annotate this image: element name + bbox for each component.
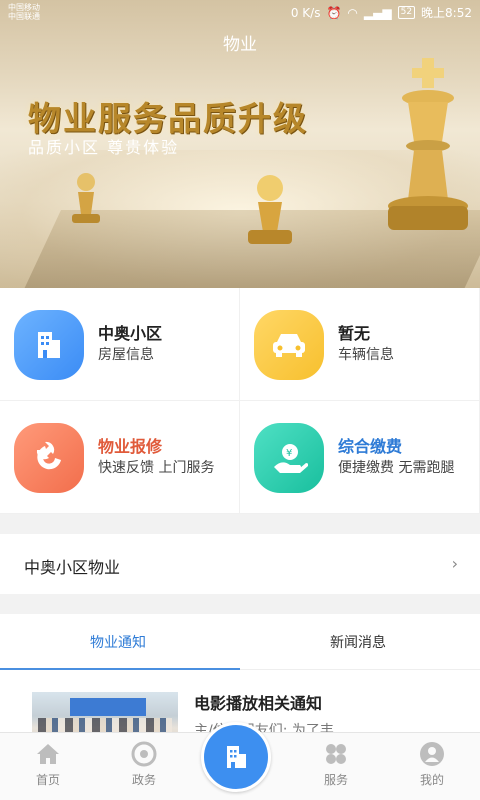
carrier-1: 中国移动 bbox=[8, 3, 40, 12]
status-bar: 中国移动 中国联通 0 K/s ⏰ ◠ ▂▄▆ 52 晚上8:52 bbox=[0, 0, 480, 24]
banner[interactable]: 中国移动 中国联通 0 K/s ⏰ ◠ ▂▄▆ 52 晚上8:52 物业 物业服… bbox=[0, 0, 480, 288]
signal-icon: ▂▄▆ bbox=[363, 5, 392, 20]
home-icon bbox=[35, 741, 61, 767]
building-icon bbox=[227, 746, 246, 768]
tab-news[interactable]: 新闻消息 bbox=[330, 632, 386, 652]
feature-grid: 中奥小区 房屋信息 暂无 车辆信息 物业报修 快速反馈 上门服务 ¥ 综合缴费 … bbox=[0, 288, 480, 514]
wifi-icon: ◠ bbox=[347, 5, 358, 20]
nav-government[interactable]: 政务 bbox=[114, 741, 174, 788]
network-speed: 0 K/s bbox=[290, 5, 321, 20]
house-info-card[interactable]: 中奥小区 房屋信息 bbox=[0, 288, 240, 401]
card-title: 综合缴费 bbox=[338, 437, 403, 456]
svg-text:¥: ¥ bbox=[286, 448, 292, 459]
chess-pawn-mid-icon bbox=[248, 175, 292, 244]
card-subtitle: 车辆信息 bbox=[338, 347, 394, 363]
chevron-right-icon: › bbox=[451, 554, 458, 573]
card-title: 中奥小区 bbox=[98, 324, 163, 343]
banner-subline: 品质小区 尊贵体验 bbox=[28, 138, 180, 157]
wrench-icon bbox=[14, 423, 84, 493]
page-title: 物业 bbox=[223, 35, 257, 55]
nav-services[interactable]: 服务 bbox=[306, 741, 366, 788]
repair-card[interactable]: 物业报修 快速反馈 上门服务 bbox=[0, 401, 240, 514]
building-icon bbox=[14, 310, 84, 380]
status-icons: 0 K/s ⏰ ◠ ▂▄▆ 52 晚上8:52 bbox=[291, 4, 472, 21]
community-name: 中奥小区物业 bbox=[24, 558, 121, 577]
vehicle-info-card[interactable]: 暂无 车辆信息 bbox=[240, 288, 480, 401]
nav-label: 我的 bbox=[419, 773, 444, 787]
card-subtitle: 快速反馈 上门服务 bbox=[98, 460, 215, 476]
grid-icon bbox=[323, 741, 349, 767]
nav-home[interactable]: 首页 bbox=[18, 741, 78, 788]
profile-icon bbox=[419, 741, 445, 767]
card-subtitle: 房屋信息 bbox=[98, 347, 154, 363]
chess-pawn-small-icon bbox=[72, 173, 100, 223]
card-subtitle: 便捷缴费 无需跑腿 bbox=[338, 460, 455, 476]
chess-king-icon bbox=[388, 58, 468, 230]
card-title: 暂无 bbox=[338, 324, 371, 343]
clock: 晚上8:52 bbox=[421, 6, 472, 20]
carrier-labels: 中国移动 中国联通 bbox=[8, 3, 40, 21]
payment-card[interactable]: ¥ 综合缴费 便捷缴费 无需跑腿 bbox=[240, 401, 480, 514]
nav-label: 首页 bbox=[35, 773, 60, 787]
thumbnail-banner bbox=[70, 698, 146, 716]
alarm-icon: ⏰ bbox=[326, 5, 342, 20]
banner-headline: 物业服务品质升级 bbox=[28, 99, 308, 138]
payment-icon: ¥ bbox=[254, 423, 324, 493]
nav-center-button[interactable] bbox=[201, 722, 271, 792]
notice-tabs: 物业通知 新闻消息 bbox=[0, 614, 480, 670]
carrier-2: 中国联通 bbox=[8, 12, 40, 21]
nav-label: 政务 bbox=[131, 773, 156, 787]
news-title: 电影播放相关通知 bbox=[194, 694, 323, 713]
nav-profile[interactable]: 我的 bbox=[402, 741, 462, 788]
car-icon bbox=[254, 310, 324, 380]
battery-icon: 52 bbox=[397, 6, 416, 19]
government-icon bbox=[131, 741, 157, 767]
card-title: 物业报修 bbox=[98, 437, 163, 456]
tab-property-notice[interactable]: 物业通知 bbox=[90, 632, 146, 652]
community-row[interactable]: 中奥小区物业 › bbox=[0, 534, 480, 594]
nav-label: 服务 bbox=[323, 773, 348, 787]
